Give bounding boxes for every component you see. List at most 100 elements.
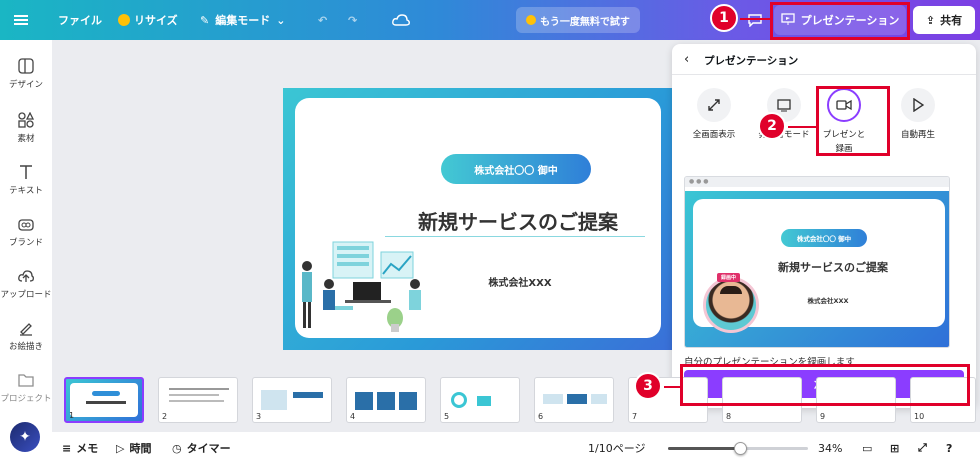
crown-icon (118, 14, 130, 26)
sidebar-item-projects[interactable]: プロジェクト (0, 372, 52, 404)
edit-mode-button[interactable]: ✎ 編集モード ⌄ (200, 0, 285, 40)
annotation-badge: 2 (758, 112, 786, 140)
annotation-connector (788, 126, 818, 128)
upload-icon (18, 270, 34, 282)
comment-icon[interactable] (744, 9, 766, 31)
preview-slide: 株式会社〇〇 御中 新規サービスのご提案 株式会社XXX 録画中 (685, 191, 949, 347)
fullscreen-toggle-icon[interactable]: ⤢ (918, 432, 927, 464)
bottom-bar: ≡ メモ ▷ 時間 ◷ タイマー 1/10ページ 34% ▭ ⊞ ⤢ ? (52, 432, 980, 464)
thumbnail-number: 1 (69, 411, 75, 420)
thumbnail-page[interactable]: 5 (440, 377, 520, 423)
zoom-slider[interactable] (668, 442, 808, 455)
play-icon (901, 88, 935, 122)
resize-button[interactable]: リサイズ (118, 0, 178, 40)
recording-tag: 録画中 (717, 273, 741, 282)
thumbnail-page[interactable]: 8 (722, 377, 802, 423)
grid-view-icon[interactable]: ⊞ (890, 432, 899, 464)
duration-button[interactable]: ▷ 時間 (116, 432, 151, 464)
thumbnail-page[interactable]: 4 (346, 377, 426, 423)
cloud-save-icon[interactable] (392, 0, 410, 40)
magic-assistant-button[interactable]: ✦ (10, 422, 40, 452)
thumbnail-number: 7 (632, 412, 638, 421)
notes-button[interactable]: ≡ メモ (62, 432, 98, 464)
sidebar-item-label: 素材 (17, 134, 35, 144)
fullscreen-icon (697, 88, 731, 122)
presentation-panel: ‹ プレゼンテーション 全画面表示 発表者モード プレゼンと 録画 自動再生 ●… (672, 44, 976, 408)
undo-icon[interactable]: ↶ (318, 0, 327, 40)
annotation-badge: 3 (634, 372, 662, 400)
present-button[interactable]: プレゼンテーション (774, 5, 906, 35)
notes-label: メモ (76, 442, 99, 455)
back-icon[interactable]: ‹ (684, 52, 689, 67)
notes-icon: ≡ (62, 441, 72, 455)
zoom-level[interactable]: 34% (818, 432, 842, 464)
present-label: プレゼンテーション (800, 14, 900, 27)
annotation-badge: 1 (710, 4, 738, 32)
sidebar-item-brand[interactable]: ブランド (0, 216, 52, 248)
stopwatch-icon: ◷ (172, 441, 182, 455)
sidebar-item-upload[interactable]: アップロード (0, 268, 52, 300)
menu-icon[interactable] (14, 0, 28, 40)
sidebar-item-elements[interactable]: 素材 (0, 112, 52, 144)
thumbnail-number: 6 (538, 412, 544, 421)
option-label: 全画面表示 (692, 130, 736, 140)
thumbnail-number: 4 (350, 412, 356, 421)
sidebar-item-text[interactable]: テキスト (0, 164, 52, 196)
preview-window-bar: ● ● ● (685, 177, 949, 187)
sidebar-item-label: アップロード (0, 290, 52, 300)
top-toolbar: ファイル リサイズ ✎ 編集モード ⌄ ↶ ↷ もう一度無料で試す プレゼンテー… (0, 0, 980, 40)
sparkle-icon: ✦ (19, 429, 31, 445)
panel-description: 自分のプレゼンテーションを録画します (684, 357, 855, 368)
panel-title: プレゼンテーション (704, 55, 799, 67)
folder-icon (18, 374, 34, 387)
text-icon (20, 165, 32, 179)
slide-canvas[interactable]: 株式会社〇〇 御中 新規サービスのご提案 株式会社XXX (283, 88, 673, 350)
share-icon: ⇪ (925, 13, 936, 27)
thumbnail-number: 9 (820, 412, 826, 421)
page-view-icon[interactable]: ▭ (862, 432, 872, 464)
thumbnail-page[interactable]: 10 (910, 377, 976, 423)
annotation-connector (740, 18, 772, 20)
option-record[interactable]: プレゼンと 録画 (814, 88, 874, 156)
redo-icon[interactable]: ↷ (348, 0, 357, 40)
sidebar-item-draw[interactable]: お絵描き (0, 320, 52, 352)
brand-icon (18, 219, 34, 231)
webcam-avatar (703, 277, 759, 333)
timer-play-icon: ▷ (116, 441, 125, 455)
thumbnail-page[interactable]: 2 (158, 377, 238, 423)
design-icon (18, 58, 34, 74)
thumbnail-page[interactable]: 1 (64, 377, 144, 423)
left-sidebar: デザイン 素材 テキスト ブランド アップロード お絵描き プロジェクト ✦ (0, 40, 52, 464)
sidebar-item-design[interactable]: デザイン (0, 58, 52, 90)
elements-icon (18, 112, 34, 128)
option-fullscreen[interactable]: 全画面表示 (684, 88, 744, 142)
free-trial-label: もう一度無料で試す (540, 16, 630, 28)
preview-company: 株式会社XXX (807, 297, 849, 305)
option-autoplay[interactable]: 自動再生 (888, 88, 948, 142)
preview-title: 新規サービスのご提案 (778, 261, 888, 274)
option-label: プレゼンと 録画 (822, 130, 866, 154)
duration-label: 時間 (129, 442, 152, 455)
sidebar-item-label: プロジェクト (0, 394, 52, 404)
file-menu[interactable]: ファイル (58, 0, 102, 40)
edit-mode-label: 編集モード (215, 14, 271, 27)
pencil-icon: ✎ (200, 13, 210, 27)
free-trial-button[interactable]: もう一度無料で試す (516, 7, 640, 33)
sidebar-item-label: テキスト (9, 186, 43, 196)
thumbnail-number: 2 (162, 412, 168, 421)
thumbnail-page[interactable]: 3 (252, 377, 332, 423)
thumbnail-number: 8 (726, 412, 732, 421)
annotation-connector (664, 386, 682, 388)
resize-label: リサイズ (134, 14, 178, 27)
thumbnail-page[interactable]: 9 (816, 377, 896, 423)
panel-divider (672, 74, 976, 75)
share-button[interactable]: ⇪ 共有 (913, 6, 975, 34)
zoom-slider-handle[interactable] (734, 442, 747, 455)
timer-button[interactable]: ◷ タイマー (172, 432, 231, 464)
page-indicator: 1/10ページ (588, 442, 646, 455)
timer-label: タイマー (186, 442, 231, 455)
chevron-down-icon: ⌄ (276, 13, 286, 27)
thumbnail-page[interactable]: 6 (534, 377, 614, 423)
client-pill: 株式会社〇〇 御中 (441, 154, 591, 184)
help-icon[interactable]: ? (946, 432, 952, 464)
